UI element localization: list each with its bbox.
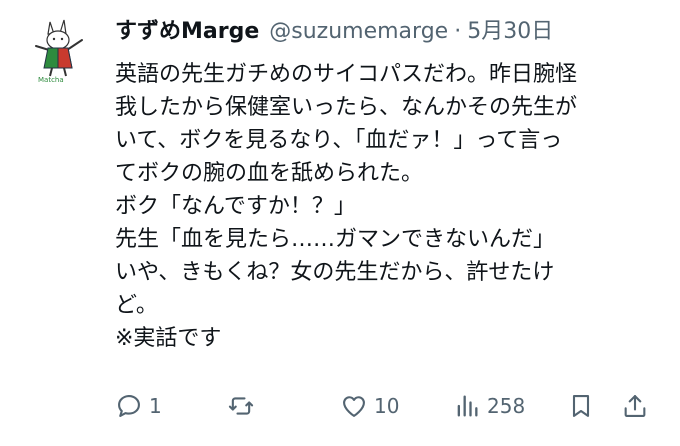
separator-dot: · [454,19,462,44]
reply-icon [118,395,140,417]
tweet-header: すずめMarge @suzumemarge · 5月30日 [115,16,553,48]
display-name[interactable]: すずめMarge [115,19,259,44]
tweet-line: いや、きもくね？女の先生だから、許せたけ [115,260,555,285]
views-button[interactable]: 258 [453,388,525,424]
views-count: 258 [487,394,526,418]
bookmark-button[interactable] [567,388,595,424]
reply-count: 1 [149,394,162,418]
user-handle[interactable]: @suzumemarge [269,19,448,44]
action-bar: 1 10 258 [115,388,655,424]
heart-icon [343,396,365,417]
cat-avatar-icon: Matcha [35,19,83,84]
share-button[interactable] [621,388,649,424]
tweet-line: いて、ボクを見るなり、「血だァ！」って言っ [115,128,563,153]
share-icon [624,395,646,417]
tweet-line: 英語の先生ガチめのサイコパスだわ。昨日腕怪 [115,62,578,87]
tweet-date[interactable]: 5月30日 [467,19,553,44]
tweet-line: てボクの腕の血を舐められた。 [115,161,424,186]
avatar[interactable]: Matcha [30,16,92,84]
tweet-text: 英語の先生ガチめのサイコパスだわ。昨日腕怪 我したから保健室いったら、なんかその… [115,58,675,355]
like-count: 10 [374,394,400,418]
reply-button[interactable]: 1 [115,388,162,424]
views-icon [457,395,478,417]
tweet-line: ど。 [115,293,158,318]
avatar-caption: Matcha [38,76,64,84]
retweet-icon [228,397,254,415]
tweet-line: 我したから保健室いったら、なんかその先生が [115,95,578,120]
tweet-line: ボク「なんですか！？」 [115,194,356,219]
tweet-line: ※実話です [115,326,222,351]
bookmark-icon [572,395,590,417]
retweet-button[interactable] [227,388,261,424]
tweet-line: 先生「血を見たら……ガマンできないんだ」 [115,227,556,252]
like-button[interactable]: 10 [340,388,399,424]
